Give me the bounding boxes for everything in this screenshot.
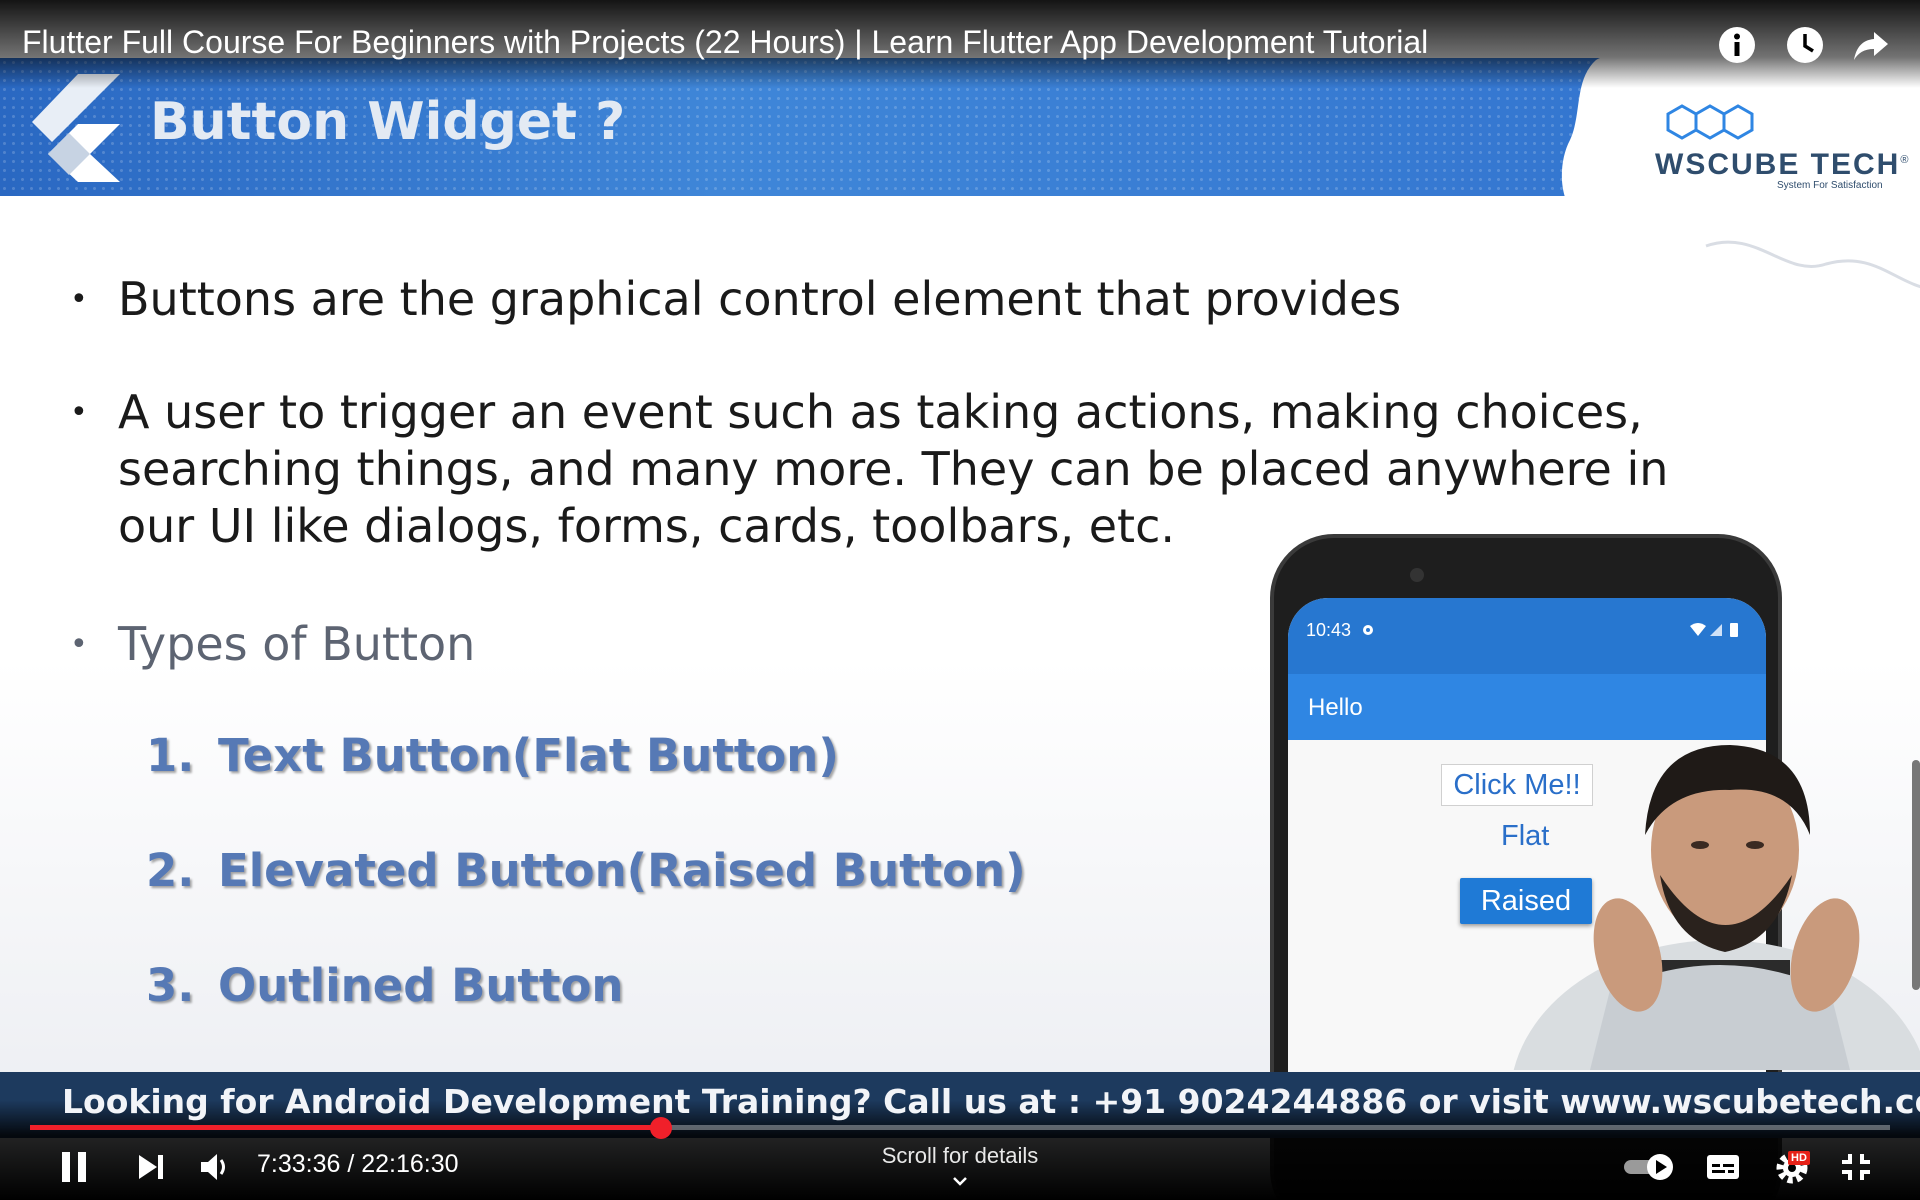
- hd-badge: HD: [1788, 1151, 1810, 1165]
- slide-title: Button Widget ?: [150, 92, 626, 152]
- progress-played: [30, 1125, 661, 1130]
- side-scroll-handle: [1912, 760, 1920, 990]
- button-type-item: 1. Text Button(Flat Button): [146, 729, 839, 782]
- autoplay-toggle-icon[interactable]: [1622, 1152, 1678, 1182]
- player-top-bar: Flutter Full Course For Beginners with P…: [0, 0, 1920, 88]
- progress-bar[interactable]: [30, 1117, 1890, 1139]
- bullet-item: • Types of Button: [70, 617, 476, 671]
- video-title[interactable]: Flutter Full Course For Beginners with P…: [22, 24, 1428, 61]
- flutter-logo-icon: [32, 74, 120, 182]
- exit-fullscreen-icon[interactable]: [1840, 1152, 1872, 1182]
- chevron-down-icon[interactable]: [951, 1172, 969, 1190]
- bullet-item: • A user to trigger an event such as tak…: [70, 385, 1669, 553]
- share-icon[interactable]: [1852, 26, 1890, 64]
- video-frame[interactable]: Button Widget ? WSCUBE TECH® System For …: [0, 0, 1920, 1200]
- button-type-item: 3. Outlined Button: [146, 959, 624, 1012]
- info-icon[interactable]: [1718, 26, 1756, 64]
- pause-icon[interactable]: [58, 1150, 90, 1184]
- time-display: 7:33:36 / 22:16:30: [257, 1150, 459, 1178]
- gear-icon: [1363, 625, 1373, 635]
- progress-scrubber-handle[interactable]: [649, 1117, 672, 1139]
- hexagon-logo-icon: [1666, 104, 1754, 140]
- camera-icon: [1410, 568, 1424, 582]
- app-bar: Hello: [1288, 674, 1766, 740]
- watch-later-icon[interactable]: [1786, 26, 1824, 64]
- volume-icon[interactable]: [198, 1150, 232, 1184]
- captions-icon[interactable]: [1706, 1154, 1740, 1180]
- brand-tagline: System For Satisfaction: [1777, 180, 1883, 191]
- bullet-item: • Buttons are the graphical control eleme…: [70, 272, 1402, 326]
- promo-banner-text: Looking for Android Development Training…: [62, 1082, 1920, 1121]
- phone-status-bar: 10:43: [1288, 598, 1766, 674]
- wifi-signal-battery-icon: [1690, 623, 1738, 637]
- presenter-video: [1513, 745, 1920, 1070]
- brand-logo-text: WSCUBE TECH®: [1655, 148, 1911, 181]
- next-icon[interactable]: [136, 1152, 166, 1182]
- button-type-item: 2. Elevated Button(Raised Button): [146, 844, 1026, 897]
